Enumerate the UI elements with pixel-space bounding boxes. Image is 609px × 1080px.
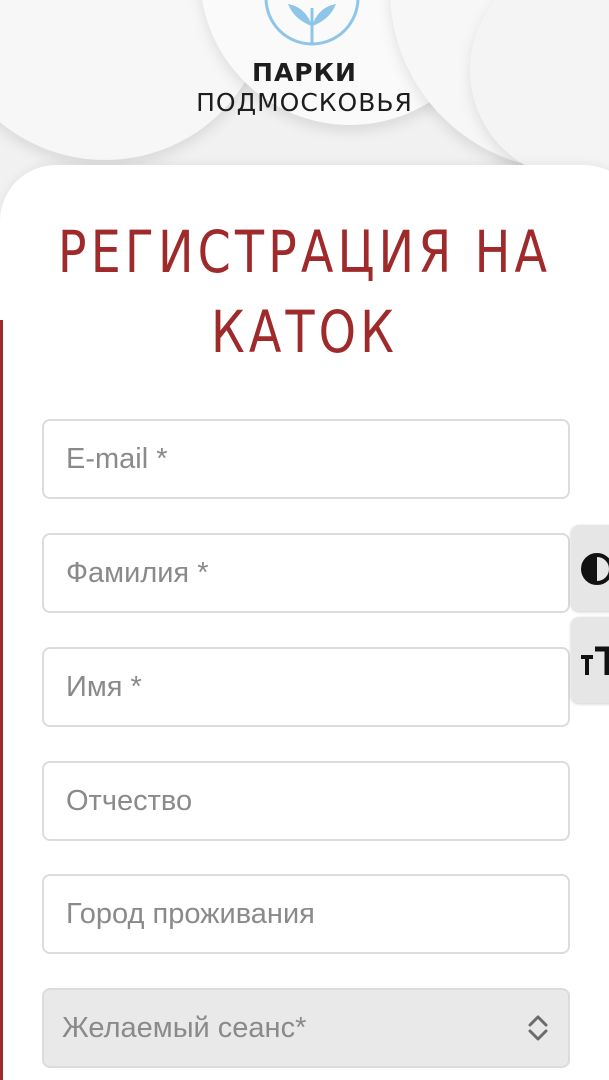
- leaf-emblem-icon: [264, 0, 360, 46]
- logo-title: ПАРКИ: [252, 58, 357, 87]
- session-select[interactable]: Желаемый сеанс*: [42, 988, 570, 1068]
- font-size-icon: [581, 646, 609, 675]
- accessibility-panel: [571, 525, 609, 705]
- email-field[interactable]: [42, 419, 570, 499]
- chevron-updown-icon: [528, 1015, 548, 1041]
- city-field[interactable]: [42, 874, 570, 954]
- logo-subtitle: ПОДМОСКОВЬЯ: [196, 88, 413, 117]
- contrast-icon: [581, 553, 609, 585]
- page: ПАРКИ ПОДМОСКОВЬЯ РЕГИСТРАЦИЯ НА КАТОК Ж…: [0, 0, 609, 1080]
- last-name-field[interactable]: [42, 533, 570, 613]
- session-select-value: Желаемый сеанс*: [62, 1011, 307, 1044]
- font-size-button[interactable]: [571, 617, 609, 703]
- contrast-button[interactable]: [571, 525, 609, 611]
- logo[interactable]: ПАРКИ ПОДМОСКОВЬЯ: [0, 0, 609, 130]
- page-title: РЕГИСТРАЦИЯ НА КАТОК: [57, 218, 552, 366]
- first-name-field[interactable]: [42, 647, 570, 727]
- accent-line: [0, 320, 3, 1080]
- patronymic-field[interactable]: [42, 761, 570, 841]
